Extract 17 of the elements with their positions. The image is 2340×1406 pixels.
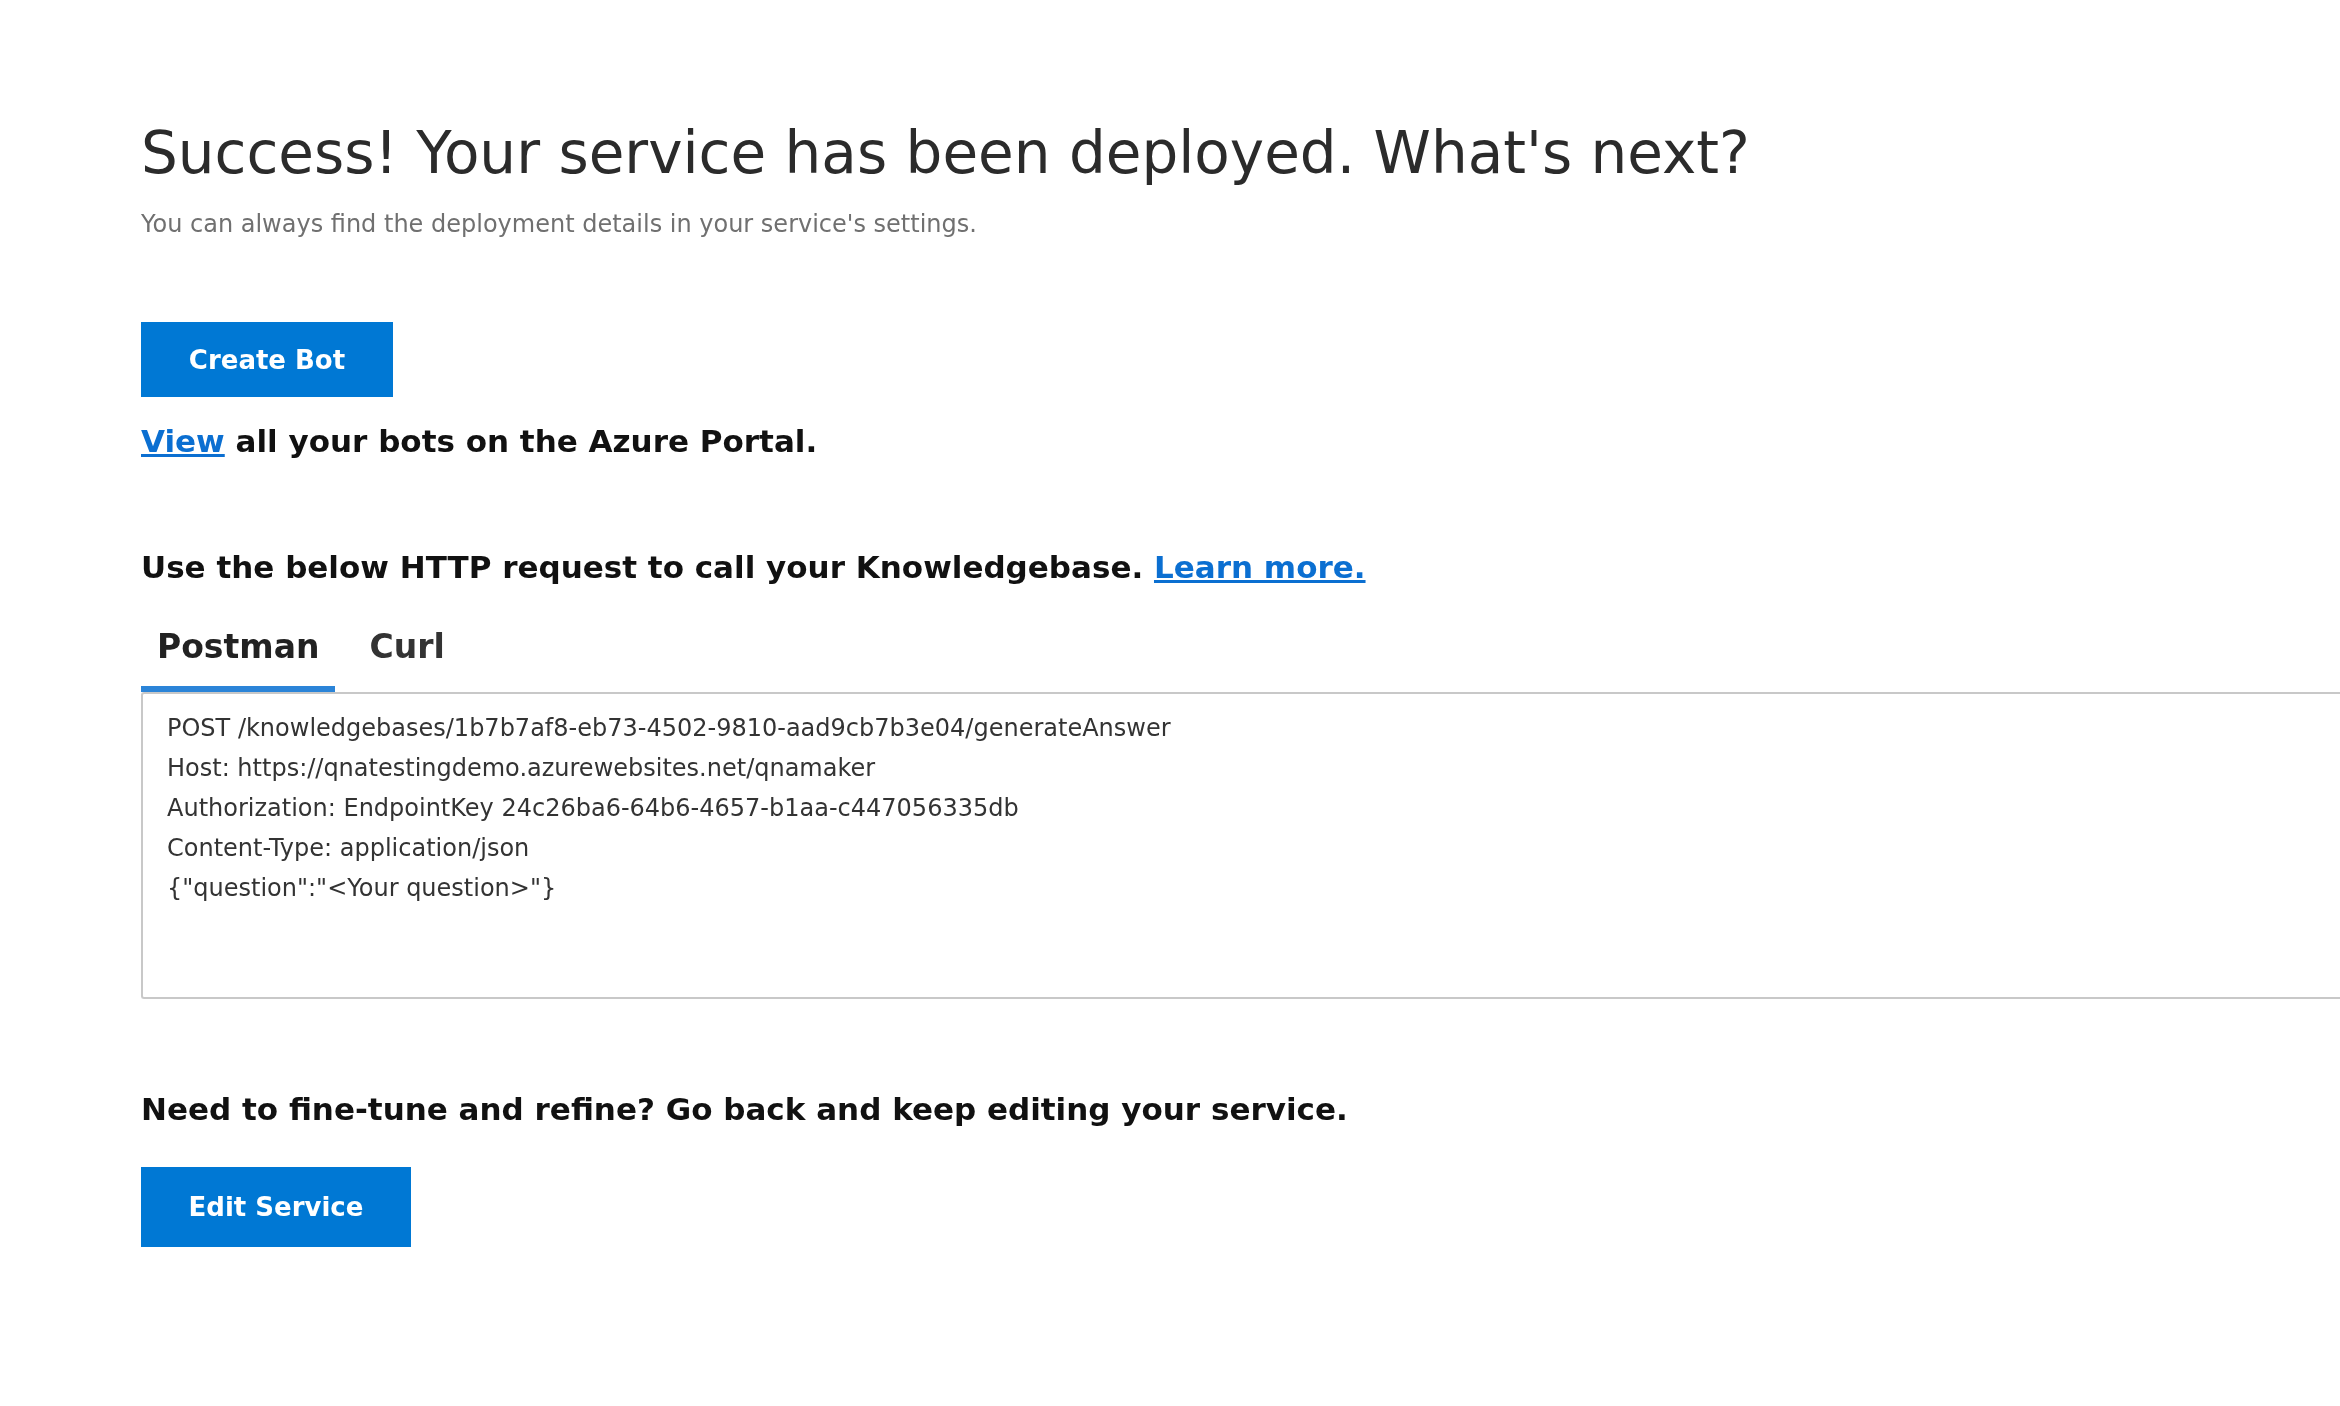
http-request-sentence: Use the below HTTP request to call your Knowledgebase. Learn more. — [141, 549, 1367, 585]
learn-more-link[interactable]: Learn more. — [1154, 549, 1366, 585]
code-line: Host: https://qnatestingdemo.azurewebsites.net/qnamaker — [167, 753, 877, 784]
code-line: Content-Type: application/json — [167, 833, 531, 864]
code-line: POST /knowledgebases/1b7b7af8-eb73-4502-9810-aad9cb7b3e04/generateAnswer — [167, 713, 1172, 744]
tab[interactable]: Postman — [141, 615, 336, 692]
code-line: {"question":"<Your question>"} — [167, 873, 558, 904]
edit-service-button[interactable]: Edit Service — [141, 1167, 411, 1247]
edit-sentence: Need to fine-tune and refine? Go back and keep editing your service. — [141, 1091, 1349, 1127]
view-link[interactable]: View — [141, 423, 225, 459]
page-heading: Success! Your service has been deployed. What's next? — [141, 118, 1751, 189]
create-bot-button[interactable]: Create Bot — [141, 322, 393, 397]
tab[interactable]: Curl — [353, 615, 461, 692]
code-box[interactable] — [141, 692, 2340, 999]
code-line: Authorization: EndpointKey 24c26ba6-64b6-4657-b1aa-c447056335db — [167, 793, 1020, 824]
page-subheading: You can always find the deployment details in your service's settings. — [141, 210, 978, 238]
view-bots-sentence: View all your bots on the Azure Portal. — [141, 423, 819, 459]
